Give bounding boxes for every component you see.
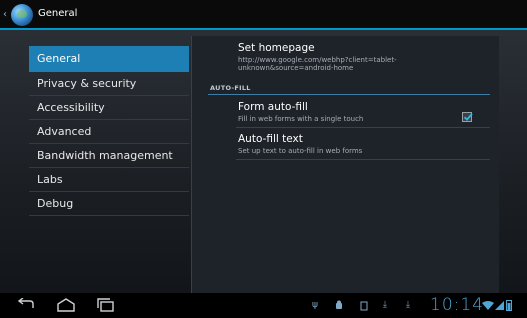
sd-card-icon [360, 301, 368, 311]
browser-globe-icon[interactable] [11, 4, 33, 26]
general-settings-panel: Set homepage http://www.google.com/webhp… [191, 36, 499, 294]
home-icon[interactable] [56, 298, 76, 312]
form-autofill-summary: Fill in web forms with a single touch [238, 115, 364, 123]
system-bar: ψ ⤓ ⤓ 10:14 [0, 293, 527, 318]
recent-apps-icon[interactable] [96, 298, 116, 312]
set-homepage-summary-line2: unknown&source=android-home [238, 64, 354, 72]
battery-icon [506, 300, 512, 311]
sidebar-item-general[interactable]: General [29, 46, 189, 72]
form-autofill-checkbox[interactable] [462, 112, 473, 122]
form-autofill-title: Form auto-fill [238, 101, 308, 113]
form-autofill-pref[interactable]: Form auto-fill Fill in web forms with a … [238, 101, 363, 123]
row-divider [236, 127, 490, 128]
section-divider [208, 94, 490, 95]
autofill-text-pref[interactable]: Auto-fill text Set up text to auto-fill … [238, 133, 362, 155]
sidebar-item-debug[interactable]: Debug [29, 192, 189, 216]
usb-icon: ψ [312, 300, 318, 310]
settings-sidebar: General Privacy & security Accessibility… [29, 46, 189, 216]
autofill-section-header: AUTO-FILL [210, 84, 251, 92]
back-icon[interactable] [16, 298, 36, 312]
clock: 10:14 [430, 295, 484, 315]
sidebar-item-labs[interactable]: Labs [29, 168, 189, 192]
sidebar-item-bandwidth-management[interactable]: Bandwidth management [29, 144, 189, 168]
android-debug-icon [336, 300, 342, 309]
sidebar-item-accessibility[interactable]: Accessibility [29, 96, 189, 120]
sidebar-item-advanced[interactable]: Advanced [29, 120, 189, 144]
back-caret-icon[interactable]: ‹ [3, 9, 7, 20]
set-homepage-summary-line1: http://www.google.com/webhp?client=table… [238, 56, 397, 64]
autofill-text-title: Auto-fill text [238, 133, 303, 145]
download-icon-2: ⤓ [406, 300, 410, 310]
settings-content: General Privacy & security Accessibility… [0, 30, 527, 294]
sidebar-item-privacy-security[interactable]: Privacy & security [29, 72, 189, 96]
checkmark-icon [463, 113, 473, 121]
row-divider [236, 159, 490, 160]
set-homepage-pref[interactable]: Set homepage http://www.google.com/webhp… [238, 42, 397, 72]
set-homepage-title: Set homepage [238, 42, 315, 54]
autofill-text-summary: Set up text to auto-fill in web forms [238, 147, 363, 155]
wifi-icon [482, 301, 494, 310]
download-icon: ⤓ [383, 300, 387, 310]
signal-icon [495, 301, 504, 310]
action-bar: ‹ General [0, 0, 527, 30]
page-title: General [38, 8, 78, 19]
